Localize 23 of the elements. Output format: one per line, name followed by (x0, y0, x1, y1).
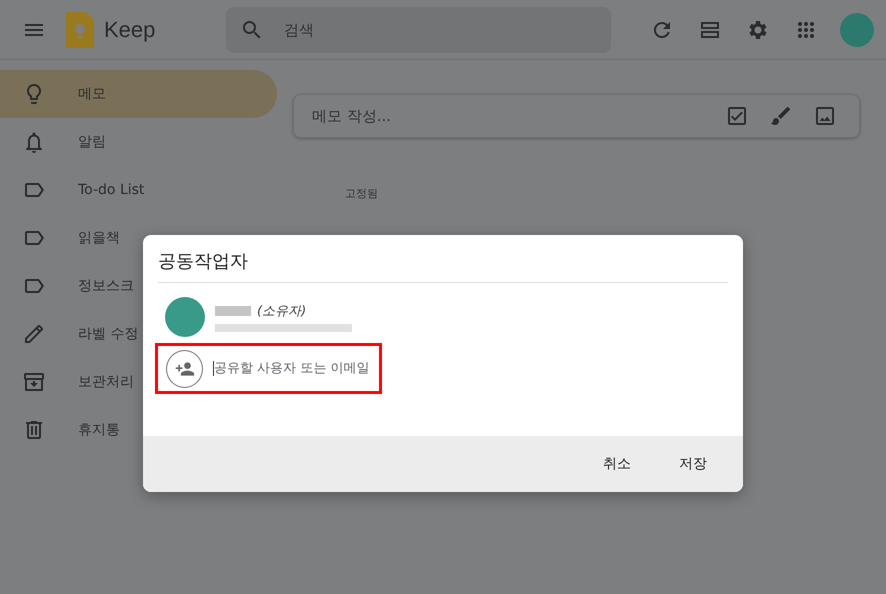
dialog-title: 공동작업자 (158, 249, 728, 283)
sidebar-item[interactable]: To-do List (0, 166, 277, 214)
note-input[interactable]: 메모 작성... (310, 106, 715, 126)
keep-logo-icon (66, 12, 94, 48)
owner-role: (소유자) (257, 303, 306, 320)
dialog-button[interactable]: 저장 (665, 447, 721, 481)
sidebar-item[interactable]: 알림 (0, 118, 277, 166)
section-heading: 고정됨 (345, 186, 379, 201)
owner-avatar (165, 297, 205, 337)
sidebar-item[interactable]: 메모 (0, 70, 277, 118)
blurred-name (215, 306, 251, 316)
search-bar[interactable]: 검색 (226, 6, 611, 52)
search-field[interactable]: 검색 (282, 20, 586, 40)
checkbox-icon (725, 104, 749, 128)
dialog-button[interactable]: 취소 (589, 447, 645, 481)
image-icon (813, 104, 837, 128)
sidebar-item[interactable]: 휴지통 (0, 406, 277, 454)
note-card[interactable]: 메모 작성... (293, 94, 860, 138)
archive-box-icon (22, 370, 46, 394)
app-name: Keep (104, 16, 156, 42)
brush-icon (769, 104, 793, 128)
add-person-icon (166, 350, 203, 388)
pencil-icon (22, 322, 46, 346)
